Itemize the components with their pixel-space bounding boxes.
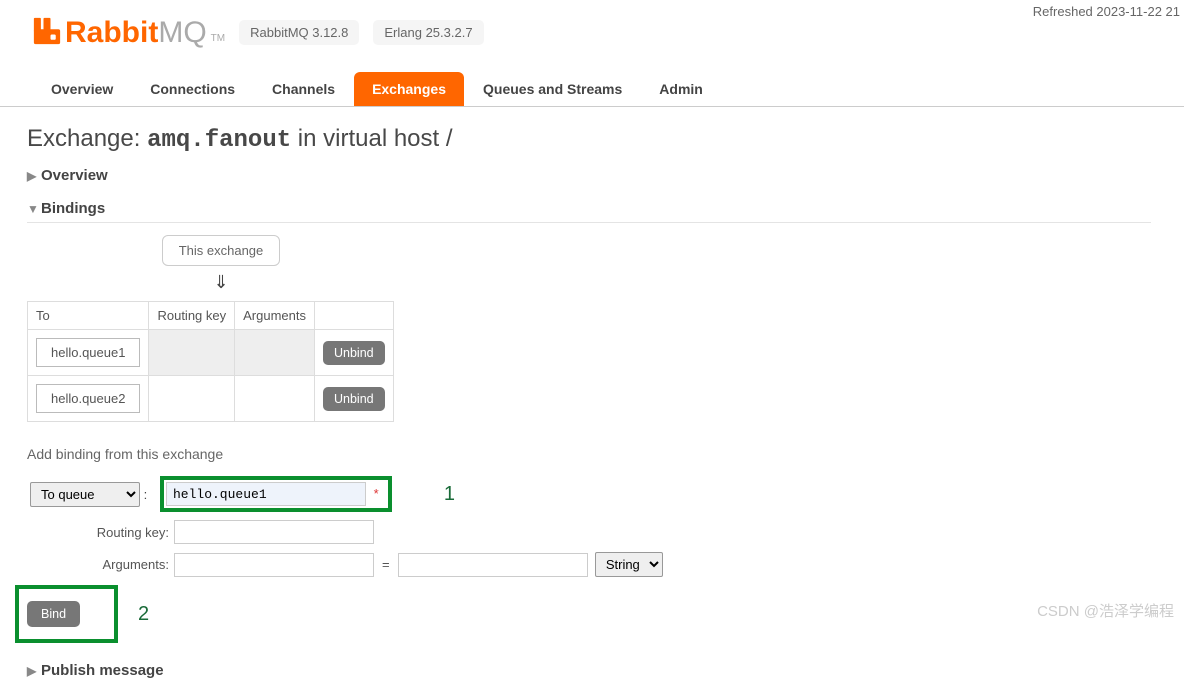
form-row-destination: To queue : * 1	[27, 476, 1151, 512]
exchange-name: amq.fanout	[147, 127, 291, 154]
this-exchange-box: This exchange	[162, 235, 281, 266]
caret-right-icon: ▶	[27, 169, 41, 183]
add-binding-heading: Add binding from this exchange	[27, 446, 1151, 462]
section-bindings[interactable]: ▼ Bindings	[27, 195, 1151, 223]
annotation-number-1: 1	[444, 483, 455, 506]
cell-routing-key	[149, 330, 235, 376]
section-bindings-label: Bindings	[41, 200, 105, 217]
routing-key-input[interactable]	[174, 520, 374, 544]
argument-value-input[interactable]	[398, 553, 588, 577]
bindings-table: To Routing key Arguments hello.queue1 Un…	[27, 301, 394, 422]
rabbitmq-version: RabbitMQ 3.12.8	[239, 20, 359, 45]
bindings-diagram: This exchange ⇓	[97, 235, 345, 293]
title-prefix: Exchange:	[27, 125, 147, 152]
cell-arguments	[235, 376, 315, 422]
rabbitmq-logo-icon	[33, 17, 61, 45]
table-row: hello.queue2 Unbind	[28, 376, 394, 422]
routing-key-label: Routing key:	[27, 525, 174, 540]
tab-overview[interactable]: Overview	[33, 72, 131, 106]
unbind-button[interactable]: Unbind	[323, 341, 385, 365]
table-header-row: To Routing key Arguments	[28, 302, 394, 330]
unbind-button[interactable]: Unbind	[323, 387, 385, 411]
section-overview-label: Overview	[41, 167, 108, 184]
watermark: CSDN @浩泽学编程	[1037, 600, 1174, 621]
erlang-version: Erlang 25.3.2.7	[373, 20, 483, 45]
caret-right-icon: ▶	[27, 664, 41, 678]
destination-type-select[interactable]: To queue	[30, 482, 140, 507]
logo-tm: TM	[211, 33, 225, 44]
tab-admin[interactable]: Admin	[641, 72, 721, 106]
header: RabbitMQ TM RabbitMQ 3.12.8 Erlang 25.3.…	[0, 0, 1184, 50]
arrow-down-icon: ⇓	[97, 272, 345, 293]
annotation-number-2: 2	[138, 603, 149, 626]
refresh-status: Refreshed 2023-11-22 21	[1033, 4, 1180, 19]
tab-exchanges[interactable]: Exchanges	[354, 72, 464, 106]
col-to: To	[28, 302, 149, 330]
destination-name-input[interactable]	[166, 482, 366, 506]
annotation-highlight-1: *	[160, 476, 392, 512]
table-row: hello.queue1 Unbind	[28, 330, 394, 376]
queue-link[interactable]: hello.queue1	[36, 338, 140, 367]
page-title: Exchange: amq.fanout in virtual host /	[27, 125, 1151, 154]
form-row-routing-key: Routing key:	[27, 520, 1151, 544]
required-marker: *	[374, 486, 379, 501]
argument-type-select[interactable]: String	[595, 552, 663, 577]
arguments-label: Arguments:	[27, 557, 174, 572]
argument-key-input[interactable]	[174, 553, 374, 577]
section-publish-message[interactable]: ▶ Publish message	[27, 657, 1151, 684]
logo-text-rabbit: Rabbit	[65, 16, 158, 50]
col-routing-key: Routing key	[149, 302, 235, 330]
queue-link[interactable]: hello.queue2	[36, 384, 140, 413]
caret-down-icon: ▼	[27, 202, 41, 216]
form-row-arguments: Arguments: = String	[27, 552, 1151, 577]
title-suffix: in virtual host /	[291, 125, 452, 152]
tab-connections[interactable]: Connections	[132, 72, 253, 106]
col-arguments: Arguments	[235, 302, 315, 330]
section-overview[interactable]: ▶ Overview	[27, 162, 1151, 189]
tab-queues[interactable]: Queues and Streams	[465, 72, 640, 106]
nav-tabs: Overview Connections Channels Exchanges …	[0, 72, 1184, 107]
logo: RabbitMQ TM	[33, 14, 225, 50]
section-publish-label: Publish message	[41, 662, 164, 679]
tab-channels[interactable]: Channels	[254, 72, 353, 106]
col-action	[315, 302, 394, 330]
bind-button[interactable]: Bind	[27, 601, 80, 627]
equals-sign: =	[382, 557, 390, 572]
logo-text-mq: MQ	[158, 16, 206, 50]
cell-arguments	[235, 330, 315, 376]
annotation-highlight-2: Bind	[15, 585, 118, 643]
cell-routing-key	[149, 376, 235, 422]
